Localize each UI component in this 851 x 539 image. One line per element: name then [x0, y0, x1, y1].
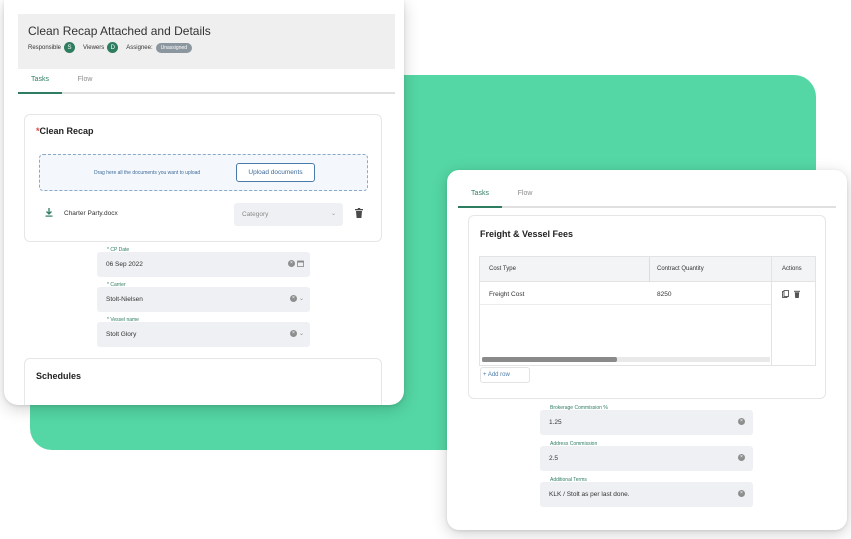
download-icon[interactable] [45, 208, 53, 217]
actions-column-divider [771, 257, 772, 365]
tab-tasks[interactable]: Tasks [458, 190, 502, 206]
cell-contract-quantity[interactable]: 8250 [657, 291, 671, 298]
tab-flow[interactable]: Flow [62, 76, 108, 92]
address-commission-field[interactable]: Address Commission 2.5 × [540, 441, 753, 471]
column-header-actions: Actions [782, 266, 802, 272]
brokerage-commission-field[interactable]: Brokerage Commission % 1.25 × [540, 405, 753, 435]
clear-icon[interactable]: × [289, 295, 297, 302]
column-divider[interactable] [649, 257, 650, 282]
task-details-card: Clean Recap Attached and Details Respons… [4, 0, 404, 405]
column-header-cost-type[interactable]: Cost Type [489, 266, 516, 272]
assignee-badge[interactable]: Unassigned [155, 42, 193, 53]
clear-icon[interactable]: × [738, 418, 745, 425]
cp-date-value[interactable]: 06 Sep 2022 [106, 261, 143, 268]
cp-date-actions: × [288, 260, 304, 267]
tab-tasks[interactable]: Tasks [18, 76, 62, 92]
carrier-field[interactable]: * Carrier Stolt-Nielsen × ⌄ [97, 282, 310, 312]
freight-fees-panel: Freight & Vessel Fees Cost Type Contract… [468, 215, 826, 399]
chevron-down-icon[interactable]: ⌄ [299, 295, 304, 302]
file-row: Charter Party.docx Category ⌄ [45, 203, 370, 227]
category-placeholder: Category [242, 211, 269, 218]
clean-recap-panel: *Clean Recap Drag here all the documents… [24, 114, 382, 242]
vessel-name-label: * Vessel name [107, 317, 139, 323]
vessel-name-field[interactable]: * Vessel name Stolt Glory × ⌄ [97, 317, 310, 347]
costs-table: Cost Type Contract Quantity Actions Frei… [479, 256, 816, 366]
carrier-label: * Carrier [107, 282, 126, 288]
calendar-icon[interactable] [297, 260, 304, 267]
active-tab-indicator [18, 92, 62, 94]
cell-cost-type[interactable]: Freight Cost [489, 291, 524, 298]
scrollbar-thumb[interactable] [482, 357, 617, 362]
cp-date-label: * CP Date [107, 247, 130, 253]
freight-fees-title: Freight & Vessel Fees [480, 229, 574, 239]
category-select[interactable]: Category ⌄ [234, 203, 343, 226]
clean-recap-title-text: Clean Recap [39, 126, 94, 136]
clear-icon[interactable]: × [289, 330, 297, 337]
brokerage-actions: × [738, 418, 747, 425]
table-header: Cost Type Contract Quantity Actions [480, 257, 815, 282]
clear-icon[interactable]: × [738, 490, 745, 497]
document-dropzone[interactable]: Drag here all the documents you want to … [39, 154, 368, 191]
tab-flow[interactable]: Flow [502, 190, 548, 206]
task-meta: Responsible S Viewers D Assignee: Unassi… [28, 42, 193, 53]
viewers-avatar[interactable]: D [107, 42, 119, 53]
additional-terms-label: Additional Terms [550, 477, 587, 483]
upload-documents-button[interactable]: Upload documents [236, 163, 315, 182]
trash-icon[interactable] [355, 208, 363, 218]
carrier-value[interactable]: Stolt-Nielsen [106, 296, 143, 303]
schedules-panel: Schedules [24, 358, 382, 405]
cp-date-field[interactable]: * CP Date 06 Sep 2022 × [97, 247, 310, 277]
tabs-divider [18, 92, 395, 94]
brokerage-commission-value[interactable]: 1.25 [549, 419, 562, 426]
right-tabs: Tasks Flow [458, 190, 548, 206]
clear-icon[interactable]: × [738, 454, 745, 461]
viewers-label: Viewers [83, 44, 105, 51]
row-divider [480, 304, 772, 305]
add-row-label[interactable]: + Add row [483, 372, 510, 378]
additional-terms-value[interactable]: KLK / Stolt as per last done. [549, 491, 630, 498]
address-commission-value[interactable]: 2.5 [549, 455, 558, 462]
additional-terms-field[interactable]: Additional Terms KLK / Stolt as per last… [540, 477, 753, 507]
carrier-actions: × ⌄ [289, 295, 304, 302]
address-actions: × [738, 454, 747, 461]
column-header-contract-quantity[interactable]: Contract Quantity [657, 266, 704, 272]
brokerage-commission-label: Brokerage Commission % [550, 405, 608, 411]
assignee-label: Assignee: [126, 44, 153, 51]
responsible-label: Responsible [28, 44, 62, 51]
trash-icon[interactable] [794, 290, 800, 298]
task-header: Clean Recap Attached and Details Respons… [18, 14, 395, 69]
task-title: Clean Recap Attached and Details [28, 24, 211, 38]
responsible-avatar[interactable]: S [64, 42, 76, 53]
chevron-down-icon: ⌄ [330, 211, 336, 217]
clear-icon[interactable]: × [288, 260, 295, 267]
left-tabs: Tasks Flow [18, 76, 108, 92]
vessel-name-value[interactable]: Stolt Glory [106, 331, 136, 338]
clean-recap-title: *Clean Recap [36, 126, 94, 136]
chevron-down-icon[interactable]: ⌄ [299, 330, 304, 337]
copy-icon[interactable] [782, 290, 789, 298]
fees-card: Tasks Flow Freight & Vessel Fees Cost Ty… [447, 170, 847, 530]
terms-actions: × [738, 490, 747, 497]
address-commission-label: Address Commission [550, 441, 598, 447]
file-name[interactable]: Charter Party.docx [64, 210, 118, 217]
active-tab-indicator [458, 206, 502, 208]
schedules-title: Schedules [36, 371, 82, 381]
dropzone-text: Drag here all the documents you want to … [94, 170, 201, 176]
vessel-name-actions: × ⌄ [289, 330, 304, 337]
tabs-divider [458, 206, 836, 208]
